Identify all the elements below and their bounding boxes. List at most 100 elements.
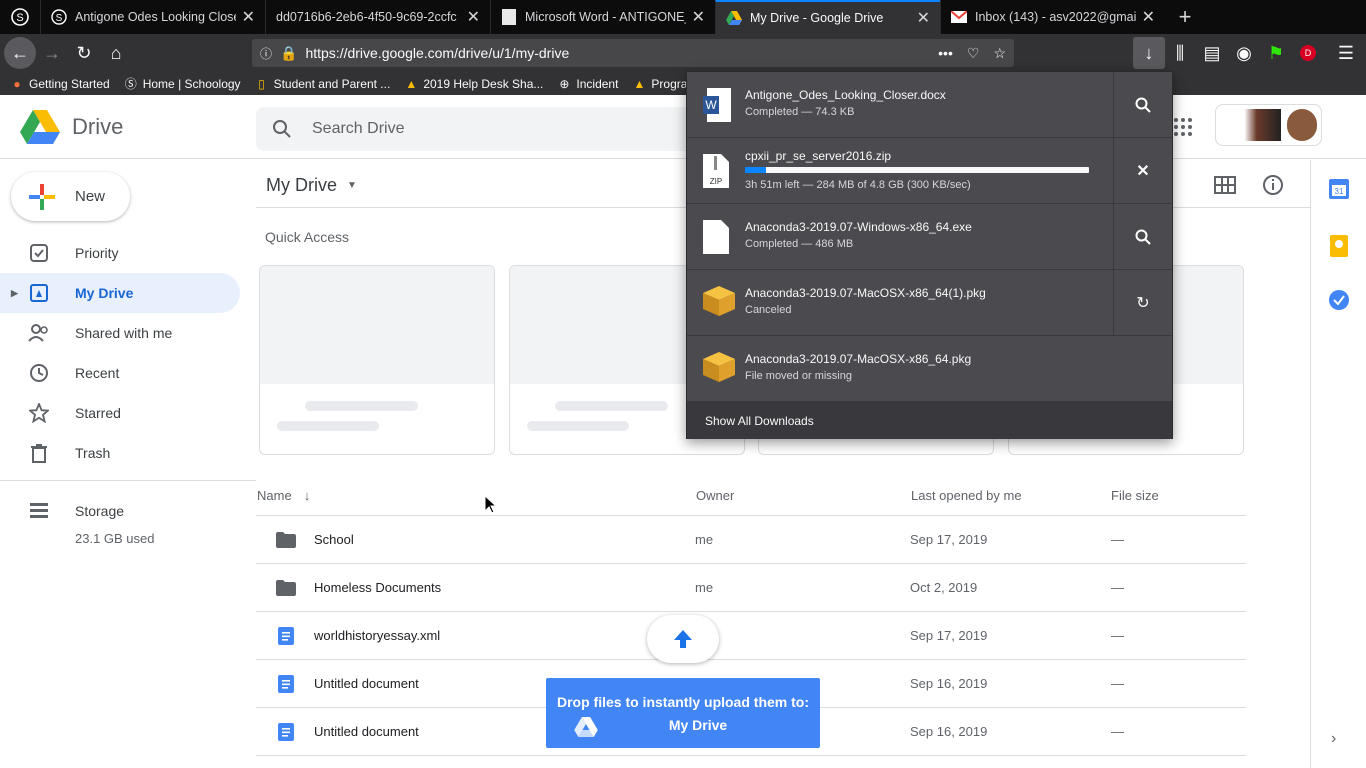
home-icon[interactable]: ⌂	[100, 37, 132, 69]
bookmark-page-icon: ▯	[258, 76, 265, 91]
close-tab-icon[interactable]: ✕	[692, 7, 705, 27]
browser-tab-2[interactable]: dd0716b6-2eb6-4f50-9c69-2ccfc ✕	[265, 0, 490, 34]
download-item[interactable]: W Antigone_Odes_Looking_Closer.docx Comp…	[687, 72, 1172, 138]
file-opened: Oct 2, 2019	[910, 580, 978, 595]
info-icon[interactable]	[1262, 174, 1284, 201]
sidebar-item-shared[interactable]: Shared with me	[0, 313, 240, 353]
expand-panel-icon[interactable]: ›	[1331, 730, 1336, 748]
sort-down-icon[interactable]: ↓	[304, 488, 311, 503]
table-row[interactable]: School me Sep 17, 2019 —	[256, 516, 1246, 564]
bookmark-getting-started[interactable]: ● Getting Started	[10, 77, 109, 91]
drive-sidebar: New Priority ▶ My Drive Shared with me R…	[0, 160, 256, 768]
tasks-icon[interactable]	[1329, 290, 1349, 315]
table-row[interactable]: Homeless Documents me Oct 2, 2019 —	[256, 564, 1246, 612]
sidebar-item-starred[interactable]: Starred	[0, 393, 240, 433]
download-item[interactable]: Anaconda3-2019.07-Windows-x86_64.exe Com…	[687, 204, 1172, 270]
info-icon[interactable]: ⓘ	[260, 45, 272, 62]
browser-tab-3[interactable]: Microsoft Word - ANTIGONE_2 ✕	[490, 0, 715, 34]
bookmark-star-icon[interactable]: ☆	[993, 45, 1006, 62]
vpn-extension-icon[interactable]: ⚑	[1260, 37, 1292, 69]
show-in-folder-button[interactable]	[1113, 72, 1172, 138]
calendar-icon[interactable]: 31	[1329, 179, 1349, 204]
search-icon	[1135, 97, 1151, 113]
close-tab-icon[interactable]: ✕	[242, 7, 255, 27]
column-name[interactable]: Name ↓	[257, 488, 310, 503]
download-status: File moved or missing	[745, 370, 852, 382]
sidebar-item-my-drive[interactable]: ▶ My Drive	[0, 273, 240, 313]
close-tab-icon[interactable]: ✕	[917, 8, 930, 28]
bookmark-help-desk[interactable]: ▲ 2019 Help Desk Sha...	[404, 77, 543, 91]
browser-tab-5[interactable]: Inbox (143) - asv2022@gmail.c ✕	[940, 0, 1165, 34]
library-icon[interactable]: ⫼	[1164, 37, 1196, 69]
close-tab-icon[interactable]: ✕	[1142, 7, 1155, 27]
file-size: —	[1111, 580, 1124, 595]
google-docs-icon	[278, 627, 294, 648]
menu-icon[interactable]: ☰	[1330, 37, 1362, 69]
drop-tip-line2: My Drive	[668, 717, 728, 733]
tab-title: My Drive - Google Drive	[750, 11, 884, 25]
pocket-icon[interactable]: ♡	[967, 45, 980, 62]
show-all-downloads-button[interactable]: Show All Downloads	[687, 402, 1172, 439]
page-actions-icon[interactable]: •••	[938, 45, 953, 61]
retry-download-button[interactable]: ↻	[1113, 270, 1172, 336]
cancel-download-button[interactable]: ✕	[1113, 138, 1172, 204]
bookmark-incident[interactable]: ⊕ Incident	[557, 77, 618, 91]
download-item[interactable]: Anaconda3-2019.07-MacOSX-x86_64.pkg File…	[687, 336, 1172, 402]
new-button[interactable]: New	[11, 172, 130, 221]
storage-icon	[28, 500, 50, 522]
download-item[interactable]: Anaconda3-2019.07-MacOSX-x86_64(1).pkg C…	[687, 270, 1172, 336]
download-status: Canceled	[745, 304, 792, 316]
column-last-opened[interactable]: Last opened by me	[911, 488, 1022, 503]
apps-grid-icon[interactable]	[1173, 117, 1193, 142]
column-owner[interactable]: Owner	[696, 488, 734, 503]
forward-icon[interactable]: →	[36, 37, 68, 69]
show-in-folder-button[interactable]	[1113, 204, 1172, 270]
browser-tab-4[interactable]: My Drive - Google Drive ✕	[715, 0, 940, 34]
close-tab-icon[interactable]: ✕	[467, 7, 480, 27]
account-switcher[interactable]	[1215, 104, 1322, 146]
search-icon	[273, 120, 291, 138]
side-panel: 31 ›	[1310, 160, 1366, 768]
quick-access-card[interactable]	[259, 265, 495, 455]
file-name: School	[314, 532, 354, 547]
sidebar-item-storage[interactable]: Storage	[0, 491, 240, 531]
upload-arrow-icon	[674, 630, 692, 648]
pinned-tab-schoology[interactable]: S	[0, 0, 40, 34]
file-name: Untitled document	[314, 676, 419, 691]
download-status: Completed — 74.3 KB	[745, 106, 855, 118]
new-label: New	[75, 188, 106, 205]
bookmark-student-parent[interactable]: ▯ Student and Parent ...	[255, 76, 390, 91]
reload-icon[interactable]: ↻	[68, 37, 100, 69]
card-thumbnail	[260, 266, 494, 384]
grid-view-icon[interactable]	[1214, 176, 1236, 199]
sidebar-item-priority[interactable]: Priority	[0, 233, 240, 273]
download-progress-fill	[745, 167, 766, 173]
column-file-size[interactable]: File size	[1111, 488, 1159, 503]
sidebar-item-trash[interactable]: Trash	[0, 433, 240, 473]
account-icon[interactable]: ◉	[1228, 37, 1260, 69]
url-bar[interactable]: ⓘ 🔒 https://drive.google.com/drive/u/1/m…	[252, 39, 1014, 67]
package-icon	[703, 286, 735, 320]
back-icon[interactable]: ←	[4, 37, 36, 69]
avatar[interactable]	[1286, 109, 1317, 141]
gmail-icon	[951, 9, 967, 25]
search-input[interactable]: Search Drive	[256, 107, 696, 151]
browser-tab-1[interactable]: S Antigone Odes Looking Closer.d ✕	[40, 0, 265, 34]
location-dropdown[interactable]: My Drive ▼	[266, 175, 357, 196]
keep-icon[interactable]	[1330, 235, 1348, 262]
sidebar-icon[interactable]: ▤	[1196, 37, 1228, 69]
table-row[interactable]: worldhistoryessay.xml Sep 17, 2019 —	[256, 612, 1246, 660]
sidebar-item-recent[interactable]: Recent	[0, 353, 240, 393]
mouse-cursor	[484, 494, 498, 519]
bookmark-schoology[interactable]: Ⓢ Home | Schoology	[124, 77, 241, 92]
close-icon: ✕	[1136, 163, 1150, 180]
drive-logo[interactable]: Drive	[20, 110, 123, 144]
card-placeholder	[277, 421, 379, 431]
expand-arrow-icon[interactable]: ▶	[11, 288, 18, 299]
download-item[interactable]: ZIP cpxii_pr_se_server2016.zip 3h 51m le…	[687, 138, 1172, 204]
downloads-icon[interactable]: ↓	[1133, 37, 1165, 69]
download-status: Completed — 486 MB	[745, 238, 854, 250]
download-name: Antigone_Odes_Looking_Closer.docx	[745, 88, 946, 102]
new-tab-icon[interactable]: +	[1165, 0, 1205, 34]
extension-icon[interactable]: D	[1292, 37, 1324, 69]
